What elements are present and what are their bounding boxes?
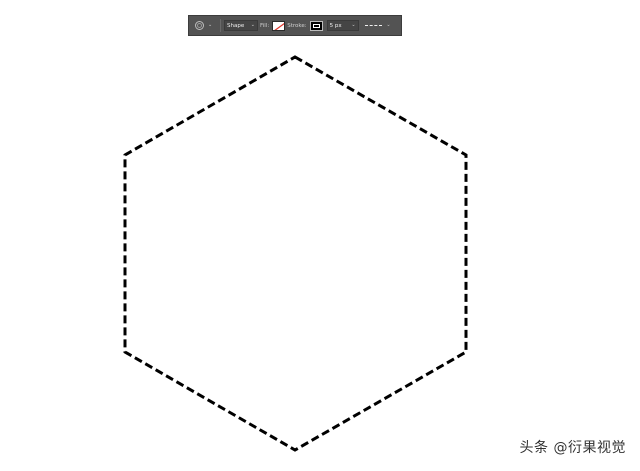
hexagon-shape[interactable] (123, 55, 468, 452)
document-canvas[interactable] (0, 0, 640, 471)
watermark-text: 头条 @衍果视觉 (519, 440, 626, 456)
